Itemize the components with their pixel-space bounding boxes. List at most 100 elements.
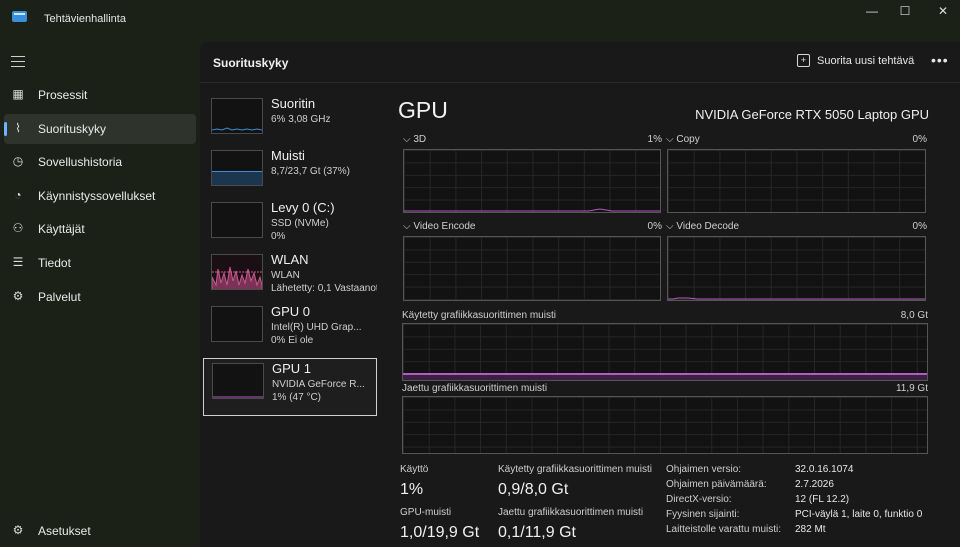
engine-name: 3D <box>413 134 427 145</box>
cpu-thumb-line <box>212 127 262 131</box>
engine-3d-line <box>404 208 660 212</box>
dedicated-memory-stat-label: Käytetty grafiikkasuorittimen muisti <box>498 464 652 475</box>
device-item-wlan[interactable]: WLAN WLAN Lähetetty: 0,1 Vastaanotettu <box>203 250 377 306</box>
device-detail-2: 0% Ei ole <box>271 335 314 346</box>
physical-location-value: PCI-väylä 1, laite 0, funktio 0 <box>795 509 923 520</box>
gpu1-thumbnail-graph <box>212 363 264 399</box>
hamburger-menu-icon[interactable] <box>11 56 25 67</box>
shared-memory-graph <box>402 396 928 454</box>
disk-thumbnail-graph <box>211 202 263 238</box>
device-item-memory[interactable]: Muisti 8,7/23,7 Gt (37%) <box>203 146 375 202</box>
run-new-task-label: Suorita uusi tehtävä <box>817 55 915 67</box>
sidebar-item-label: Palvelut <box>38 290 81 304</box>
gpu-model-name: NVIDIA GeForce RTX 5050 Laptop GPU <box>695 107 929 122</box>
sidebar-item-startup-apps[interactable]: ◔ Käynnistyssovellukset <box>4 181 196 211</box>
close-icon[interactable]: ✕ <box>928 4 958 18</box>
sidebar-item-processes[interactable]: ▦ Prosessit <box>4 80 196 110</box>
startup-icon: ◔ <box>14 188 22 202</box>
gpu1-thumb-line <box>213 396 263 398</box>
directx-version-value: 12 (FL 12.2) <box>795 494 850 505</box>
minimize-icon[interactable]: — <box>857 4 887 18</box>
device-detail: Intel(R) UHD Grap... <box>271 322 362 333</box>
directx-version-label: DirectX-versio: <box>666 494 732 505</box>
device-name: Muisti <box>271 148 305 163</box>
engine-video-encode-graph <box>403 236 661 301</box>
chevron-down-icon: ⌵ <box>403 221 411 232</box>
chevron-down-icon: ⌵ <box>666 134 674 145</box>
shared-memory-stat-value: 0,1/11,9 Gt <box>498 524 576 541</box>
shared-memory-header: Jaettu grafiikkasuorittimen muisti 11,9 … <box>402 383 928 394</box>
device-item-gpu1[interactable]: GPU 1 NVIDIA GeForce R... 1% (47 °C) <box>203 358 377 416</box>
memory-thumbnail-graph <box>211 150 263 186</box>
history-icon: ◷ <box>12 154 24 168</box>
device-detail: SSD (NVMe) <box>271 218 329 229</box>
engine-copy-graph <box>667 149 926 213</box>
engine-video-decode-line <box>668 297 925 300</box>
page-header: Suorituskyky + Suorita uusi tehtävä ••• <box>200 42 960 83</box>
sidebar-item-performance[interactable]: ⌇ Suorituskyky <box>4 114 196 144</box>
device-item-disk[interactable]: Levy 0 (C:) SSD (NVMe) 0% <box>203 198 375 254</box>
hardware-reserved-memory-value: 282 Mt <box>795 524 826 535</box>
shared-memory-label: Jaettu grafiikkasuorittimen muisti <box>402 383 548 394</box>
hardware-reserved-memory-label: Laitteistolle varattu muisti: <box>666 524 782 535</box>
more-options-icon[interactable]: ••• <box>931 52 949 68</box>
page-title: Suorituskyky <box>213 56 289 70</box>
task-manager-app-icon <box>12 11 27 22</box>
memory-fill <box>212 171 262 185</box>
dedicated-memory-fill <box>403 373 927 380</box>
engine-name: Video Encode <box>413 221 476 232</box>
settings-gear-icon: ⚙ <box>12 523 24 537</box>
engine-copy-header[interactable]: ⌵ Copy 0% <box>666 134 927 145</box>
device-detail: 6% 3,08 GHz <box>271 114 331 125</box>
sidebar-item-label: Prosessit <box>38 88 88 102</box>
engine-percent: 1% <box>647 134 662 145</box>
dedicated-memory-header: Käytetty grafiikkasuorittimen muisti 8,0… <box>402 310 928 321</box>
dedicated-memory-label: Käytetty grafiikkasuorittimen muisti <box>402 310 556 321</box>
device-name: Suoritin <box>271 96 316 111</box>
sidebar-item-label: Suorituskyky <box>38 122 107 136</box>
cpu-thumbnail-graph <box>211 98 263 134</box>
sidebar-item-users[interactable]: ⚇ Käyttäjät <box>4 214 196 244</box>
sidebar-item-label: Sovellushistoria <box>38 155 123 169</box>
device-detail-2: 1% (47 °C) <box>272 392 322 403</box>
device-detail-2: Lähetetty: 0,1 Vastaanotettu <box>271 283 377 294</box>
sidebar-item-app-history[interactable]: ◷ Sovellushistoria <box>4 147 196 177</box>
engine-3d-header[interactable]: ⌵ 3D 1% <box>403 134 662 145</box>
physical-location-label: Fyysinen sijainti: <box>666 509 740 520</box>
driver-date-value: 2.7.2026 <box>795 479 834 490</box>
device-item-cpu[interactable]: Suoritin 6% 3,08 GHz <box>203 94 375 150</box>
driver-version-value: 32.0.16.1074 <box>795 464 854 475</box>
engine-3d-graph <box>403 149 661 213</box>
device-name: WLAN <box>271 252 309 267</box>
engine-percent: 0% <box>912 134 927 145</box>
gpu-heading: GPU <box>398 97 448 123</box>
shared-memory-max: 11,9 Gt <box>895 383 928 394</box>
device-name: Levy 0 (C:) <box>271 200 335 215</box>
engine-percent: 0% <box>647 221 662 232</box>
active-indicator <box>4 122 7 136</box>
engine-video-encode-header[interactable]: ⌵ Video Encode 0% <box>403 221 662 232</box>
sidebar-item-details[interactable]: ☰ Tiedot <box>4 248 196 278</box>
title-bar: Tehtävienhallinta — ☐ ✕ <box>0 0 960 40</box>
details-icon: ☰ <box>12 255 24 269</box>
sidebar-item-services[interactable]: ⚙ Palvelut <box>4 282 196 312</box>
engine-name: Video Decode <box>676 221 740 232</box>
driver-version-label: Ohjaimen versio: <box>666 464 742 475</box>
maximize-icon[interactable]: ☐ <box>890 4 920 18</box>
engine-percent: 0% <box>912 221 927 232</box>
device-item-gpu0[interactable]: GPU 0 Intel(R) UHD Grap... 0% Ei ole <box>203 302 375 358</box>
engine-video-decode-header[interactable]: ⌵ Video Decode 0% <box>666 221 927 232</box>
main-panel: Suorituskyky + Suorita uusi tehtävä ••• … <box>200 42 960 547</box>
driver-date-label: Ohjaimen päivämäärä: <box>666 479 767 490</box>
sidebar-item-settings[interactable]: ⚙ Asetukset <box>4 516 196 546</box>
gpu-memory-label: GPU-muisti <box>400 507 452 518</box>
users-icon: ⚇ <box>12 221 24 235</box>
sidebar-item-label: Asetukset <box>38 524 91 538</box>
gpu0-thumbnail-graph <box>211 306 263 342</box>
grid-icon: ▦ <box>12 87 24 101</box>
device-detail: NVIDIA GeForce R... <box>272 379 365 390</box>
sidebar-item-label: Käyttäjät <box>38 222 85 236</box>
chevron-down-icon: ⌵ <box>403 134 411 145</box>
device-detail-2: 0% <box>271 231 286 242</box>
sidebar-item-label: Käynnistyssovellukset <box>38 189 156 203</box>
